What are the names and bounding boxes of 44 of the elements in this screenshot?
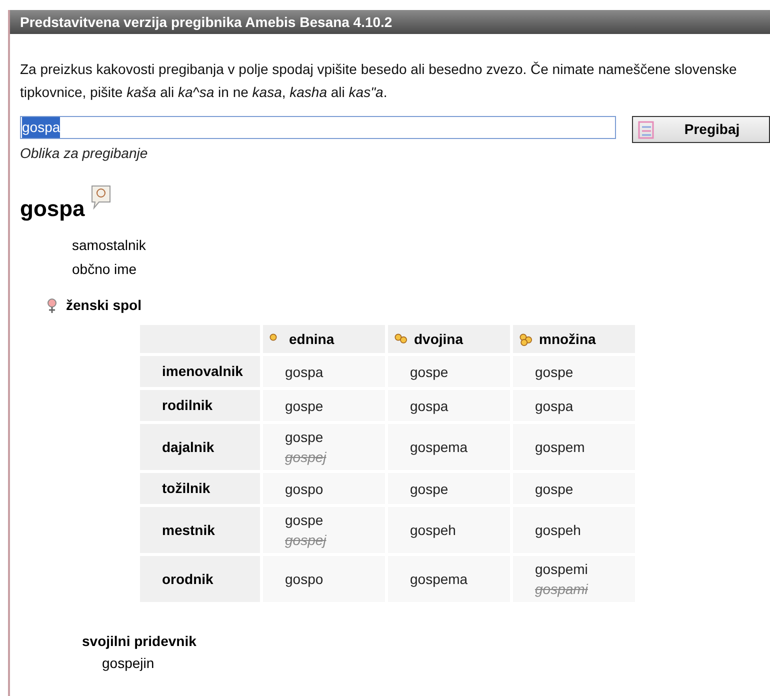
inflect-button[interactable]: Pregibaj xyxy=(632,116,770,143)
speech-bubble-icon[interactable] xyxy=(88,184,113,210)
field-hint: Oblika za pregibanje xyxy=(20,144,149,163)
female-sign-icon xyxy=(46,298,58,314)
table-cell: gospe xyxy=(388,356,510,387)
table-cell: gospa xyxy=(513,390,635,421)
list-icon xyxy=(637,120,656,140)
table-cell: gospema xyxy=(388,556,510,602)
column-header: dvojina xyxy=(388,325,510,353)
property-text: občno ime xyxy=(72,260,138,279)
column-header: množina xyxy=(513,325,635,353)
form-text: gospejin xyxy=(102,654,156,672)
row-header: dajalnik xyxy=(140,424,260,470)
table-cell: gospeh xyxy=(388,507,510,553)
table-cell: gospo xyxy=(263,473,385,504)
table-cell: gospemi gospami xyxy=(513,556,635,602)
word-heading: gospa xyxy=(20,195,85,223)
table-cell: gospe xyxy=(263,390,385,421)
row-header: orodnik xyxy=(140,556,260,602)
table-cell: gospe xyxy=(513,473,635,504)
table-cell: gospo xyxy=(263,556,385,602)
table-cell: gospa xyxy=(263,356,385,387)
table-cell: gospema xyxy=(388,424,510,470)
row-header: mestnik xyxy=(140,507,260,553)
table-cell: gospe xyxy=(388,473,510,504)
section-heading: svojilni pridevnik xyxy=(81,632,198,651)
table-cell: gospe gospej xyxy=(263,507,385,553)
property-text: samostalnik xyxy=(72,236,147,255)
window-title: Predstavitvena verzija pregibnika Amebis Besana 4.10.2 xyxy=(10,10,770,34)
intro-text: Za preizkus kakovosti pregibanja v polje spodaj vpišite besedo ali besedno zvezo. Če nimate nameščene slovenske tipkovnice, pišite kaša ali ka^sa in ne kasa, kasha ali kas"a. xyxy=(20,60,738,102)
search-field[interactable]: gospa xyxy=(20,116,616,139)
row-header: imenovalnik xyxy=(140,356,260,387)
number-icon xyxy=(392,332,408,346)
selected-text: gospa xyxy=(22,117,60,138)
table-cell: gospa xyxy=(388,390,510,421)
gender-label: ženski spol xyxy=(66,296,142,315)
row-header: tožilnik xyxy=(140,473,260,504)
number-icon xyxy=(517,332,533,346)
table-cell: gospe gospej xyxy=(263,424,385,470)
row-header: rodilnik xyxy=(140,390,260,421)
column-header: ednina xyxy=(263,325,385,353)
table-cell: gospe xyxy=(513,356,635,387)
table-cell: gospeh xyxy=(513,507,635,553)
table-cell: gospem xyxy=(513,424,635,470)
